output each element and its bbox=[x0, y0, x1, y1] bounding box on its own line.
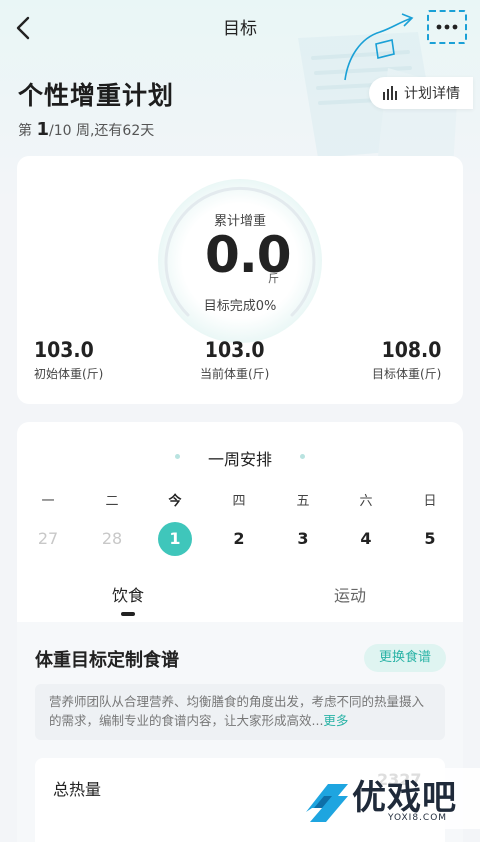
day-3[interactable]: 3 bbox=[286, 522, 320, 556]
day-27[interactable]: 27 bbox=[31, 522, 65, 556]
day-5[interactable]: 5 bbox=[413, 522, 447, 556]
total-calorie-label: 总热量 bbox=[53, 780, 102, 799]
current-weight-stat: 103.0 当前体重(斤) bbox=[200, 338, 269, 382]
current-weight-label: 当前体重(斤) bbox=[200, 367, 270, 381]
weekday-label: 日 bbox=[423, 494, 437, 509]
tab-diet[interactable]: 饮食 bbox=[112, 582, 144, 606]
active-tab-indicator bbox=[121, 612, 135, 616]
diet-description-text: 营养师团队从合理营养、均衡膳食的角度出发，考虑不同的热量摄入的需求，编制专业的食… bbox=[49, 694, 425, 728]
change-menu-button[interactable]: 更换食谱 bbox=[364, 644, 446, 672]
bar-chart-icon bbox=[383, 86, 397, 100]
initial-weight-stat: 103.0 初始体重(斤) bbox=[34, 338, 103, 382]
more-horizontal-icon bbox=[436, 24, 458, 30]
initial-weight-label: 初始体重(斤) bbox=[34, 367, 104, 381]
navigation-bar: 目标 bbox=[0, 0, 480, 81]
day-28[interactable]: 28 bbox=[95, 522, 129, 556]
week-schedule-title: 一周安排 bbox=[207, 450, 272, 469]
watermark-url: YOXI8.COM bbox=[388, 813, 448, 823]
more-button[interactable] bbox=[427, 10, 467, 44]
day-2[interactable]: 2 bbox=[222, 522, 256, 556]
annotation-arrow-mark bbox=[344, 13, 414, 81]
weekday-label: 六 bbox=[359, 494, 373, 509]
weekday-label-today: 今 bbox=[168, 494, 182, 509]
more-link[interactable]: 更多 bbox=[323, 713, 348, 728]
gain-unit: 斤 bbox=[268, 272, 279, 285]
diet-description: 营养师团队从合理营养、均衡膳食的角度出发，考虑不同的热量摄入的需求，编制专业的食… bbox=[35, 684, 445, 740]
weekday-label: 一 bbox=[41, 494, 55, 509]
weight-progress-card: 累计增重 0.0 斤 目标完成0% 103.0 初始体重(斤) 103.0 当前… bbox=[17, 156, 463, 404]
week-current: 1 bbox=[36, 119, 49, 140]
weekday-label: 二 bbox=[105, 494, 119, 509]
day-1-selected[interactable]: 1 bbox=[158, 522, 192, 556]
target-weight-value: 108.0 bbox=[381, 338, 442, 362]
day-4[interactable]: 4 bbox=[349, 522, 383, 556]
target-weight-stat: 108.0 目标体重(斤) bbox=[372, 338, 441, 382]
diet-menu-title: 体重目标定制食谱 bbox=[35, 650, 179, 671]
initial-weight-value: 103.0 bbox=[34, 338, 94, 362]
plan-week-progress: 第 1/10 周,还有62天 bbox=[18, 119, 154, 140]
current-weight-value: 103.0 bbox=[204, 338, 265, 362]
plan-title: 个性增重计划 bbox=[18, 81, 175, 110]
weekday-label: 五 bbox=[296, 494, 310, 509]
target-weight-label: 目标体重(斤) bbox=[372, 367, 442, 381]
week-suffix: /10 周,还有62天 bbox=[48, 123, 155, 139]
week-prefix: 第 bbox=[18, 123, 37, 139]
watermark-text: 优戏吧 bbox=[352, 778, 457, 818]
weekday-label: 四 bbox=[232, 494, 246, 509]
plan-detail-button[interactable]: 计划详情 bbox=[369, 77, 473, 109]
plan-detail-label: 计划详情 bbox=[404, 86, 460, 102]
goal-completion: 目标完成0% bbox=[203, 299, 277, 314]
title-dot-right bbox=[300, 454, 305, 459]
tab-exercise[interactable]: 运动 bbox=[334, 582, 366, 606]
